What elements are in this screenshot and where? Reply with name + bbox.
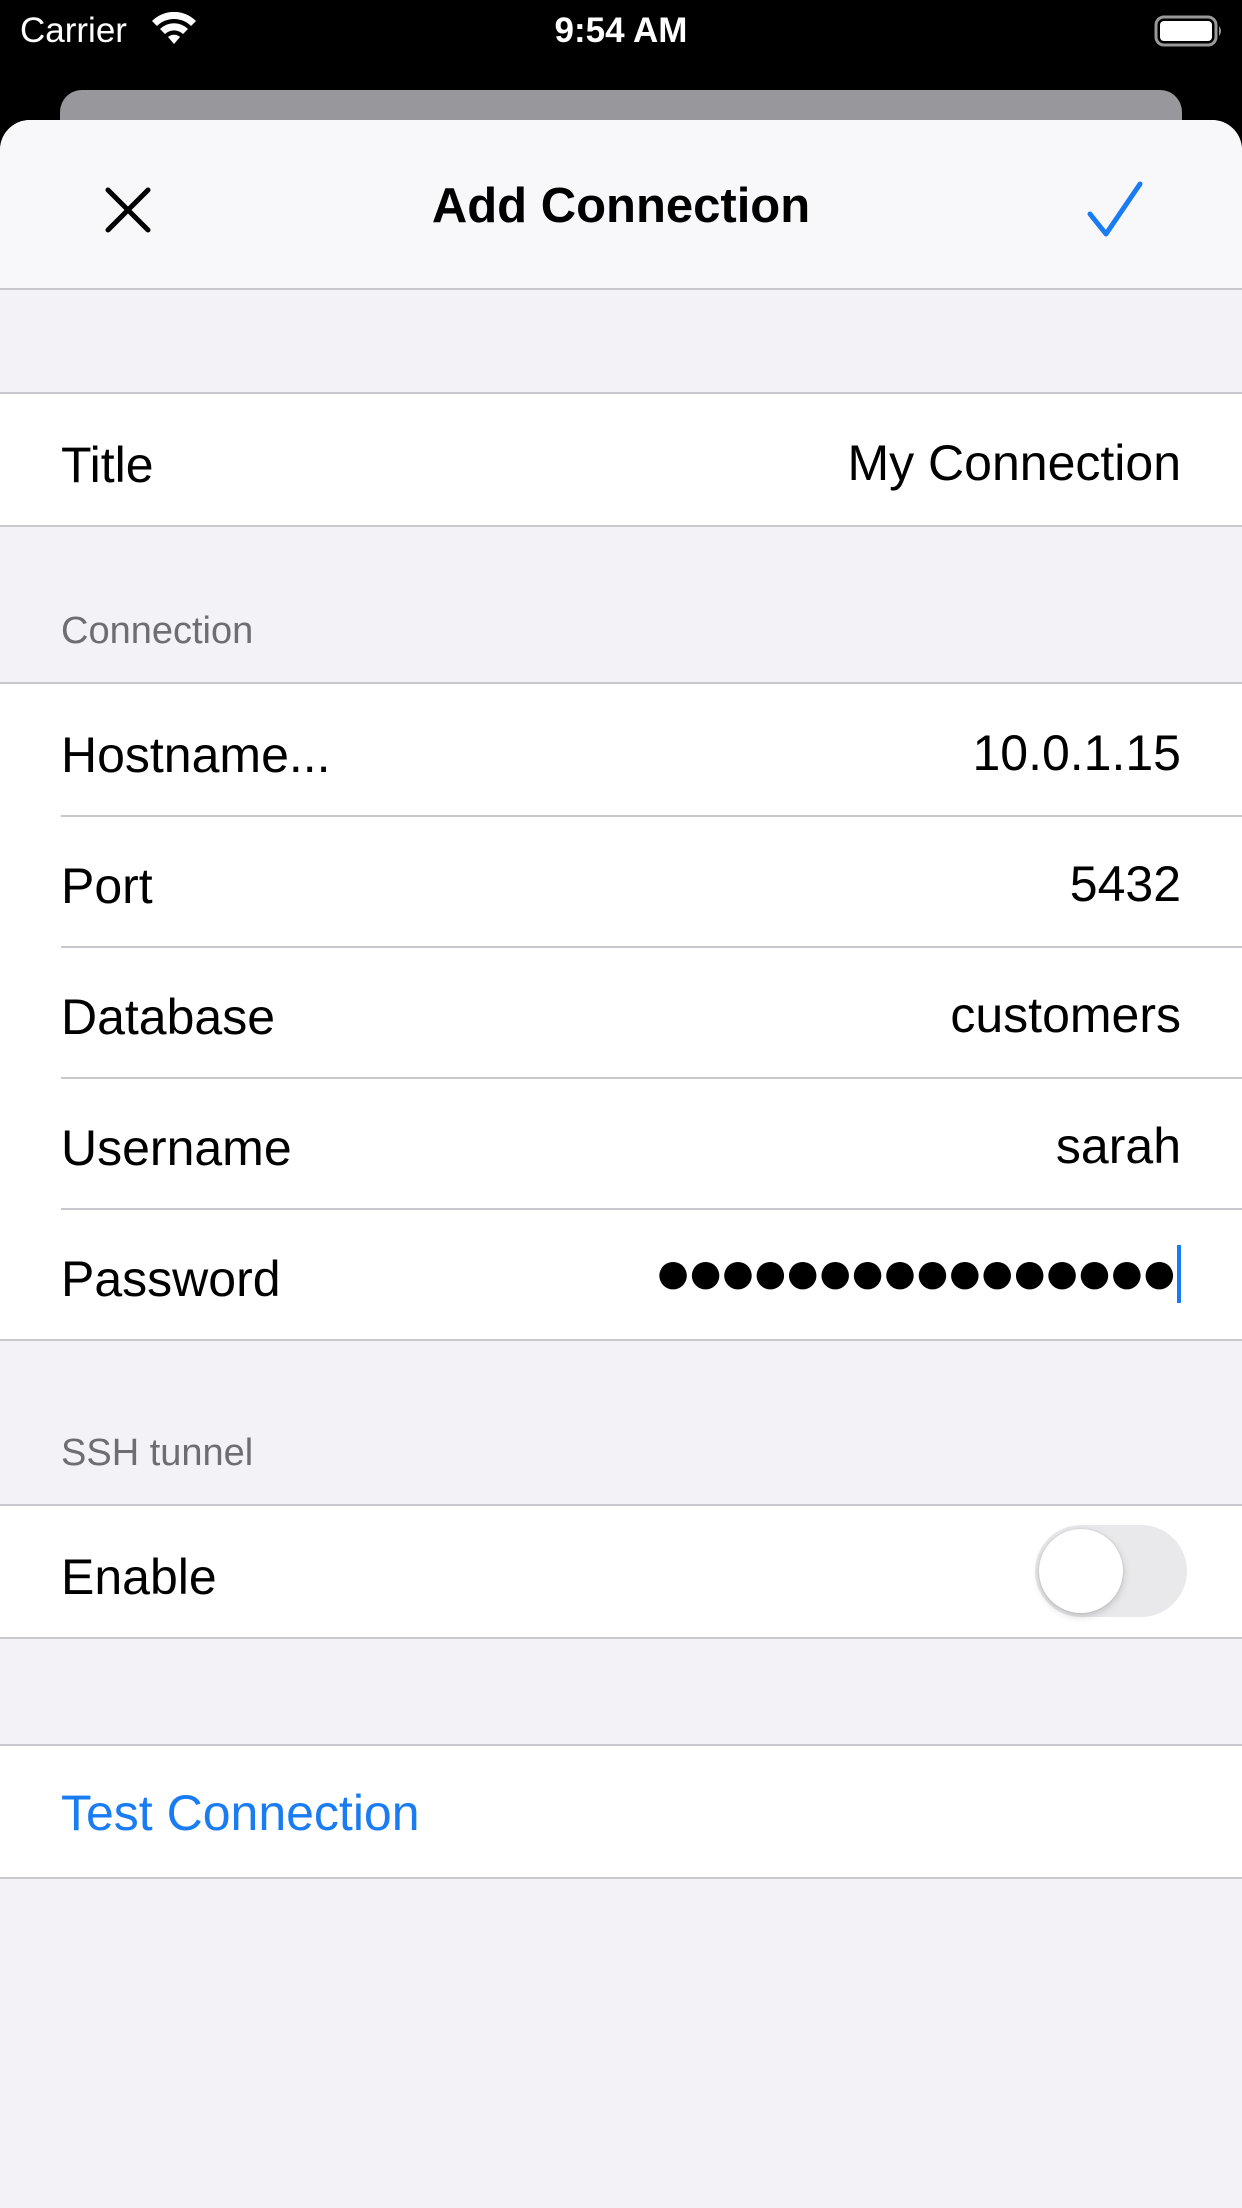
navigation-bar: Add Connection (0, 120, 1242, 290)
test-connection-button[interactable]: Test Connection (61, 1784, 420, 1842)
hostname-row[interactable]: Hostname... 10.0.1.15 (0, 684, 1242, 815)
port-field[interactable]: 5432 (481, 855, 1181, 913)
password-field[interactable]: ●●●●●●●●●●●●●●●● (657, 1244, 1181, 1304)
add-connection-sheet: Add Connection Title My Connection Conne… (0, 120, 1242, 2208)
password-label: Password (61, 1251, 281, 1307)
username-row[interactable]: Username sarah (0, 1077, 1242, 1208)
database-row[interactable]: Database customers (0, 946, 1242, 1077)
password-masked-value: ●●●●●●●●●●●●●●●● (657, 1253, 1176, 1294)
password-row[interactable]: Password ●●●●●●●●●●●●●●●● (0, 1208, 1242, 1339)
connection-group: Hostname... 10.0.1.15 Port 5432 Database… (0, 682, 1242, 1341)
port-row[interactable]: Port 5432 (0, 815, 1242, 946)
username-label: Username (61, 1120, 292, 1176)
battery-icon (1154, 14, 1224, 48)
ssh-tunnel-section-header: SSH tunnel (61, 1432, 254, 1474)
ssh-enable-label: Enable (61, 1549, 217, 1605)
ssh-enable-row: Enable (0, 1506, 1242, 1637)
title-row[interactable]: Title My Connection (0, 394, 1242, 525)
connection-section-header: Connection (61, 610, 254, 652)
hostname-label: Hostname... (61, 727, 331, 783)
text-cursor (1177, 1245, 1181, 1303)
title-field[interactable]: My Connection (481, 434, 1182, 492)
username-field[interactable]: sarah (481, 1117, 1181, 1175)
database-label: Database (61, 989, 276, 1045)
port-label: Port (61, 858, 153, 914)
checkmark-icon[interactable] (1082, 178, 1148, 244)
actions-group: Test Connection (0, 1744, 1242, 1879)
status-bar: Carrier 9:54 AM (0, 0, 1242, 62)
toggle-knob (1039, 1529, 1123, 1613)
page-title: Add Connection (431, 179, 811, 233)
ssh-tunnel-group: Enable (0, 1504, 1242, 1639)
ssh-enable-toggle[interactable] (1035, 1525, 1187, 1617)
title-label: Title (61, 437, 154, 493)
title-group: Title My Connection (0, 392, 1242, 527)
database-field[interactable]: customers (481, 986, 1181, 1044)
status-time: 9:54 AM (554, 11, 688, 50)
hostname-field[interactable]: 10.0.1.15 (481, 724, 1181, 782)
test-connection-row[interactable]: Test Connection (0, 1746, 1242, 1877)
